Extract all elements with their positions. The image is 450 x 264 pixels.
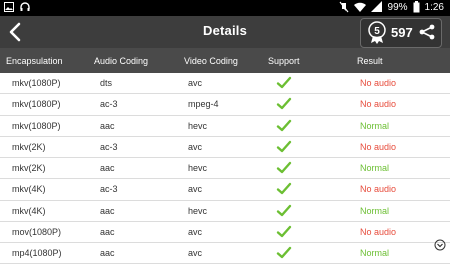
- status-left-icons: [4, 2, 30, 12]
- check-icon: [276, 140, 292, 152]
- header-encapsulation: Encapsulation: [6, 56, 63, 66]
- check-icon: [276, 225, 292, 237]
- mute-icon: [339, 1, 348, 13]
- cell-result: No audio: [360, 78, 397, 88]
- cell-encapsulation: mov(1080P): [12, 226, 62, 237]
- cell-result: No audio: [360, 184, 397, 195]
- share-icon[interactable]: [419, 24, 435, 40]
- cell-video-coding: avc: [188, 226, 203, 237]
- cell-encapsulation: mkv(1080P): [12, 120, 61, 131]
- cell-audio-coding: dts: [100, 78, 113, 88]
- header-video-coding: Video Coding: [184, 56, 238, 66]
- cell-video-coding: hevc: [188, 120, 208, 131]
- cell-video-coding: mpeg-4: [188, 99, 219, 110]
- table-row: mkv(1080P) dts avc No audio: [0, 73, 450, 95]
- score-badge: 5 597: [360, 18, 442, 48]
- signal-icon: [370, 1, 382, 12]
- scroll-down-icon[interactable]: [434, 239, 446, 251]
- check-icon: [276, 204, 292, 216]
- cell-result: No audio: [360, 99, 397, 110]
- table-row: mkv(4K) ac-3 avc No audio: [0, 179, 450, 201]
- cell-encapsulation: mkv(4K): [12, 205, 46, 216]
- headset-icon: [20, 2, 30, 11]
- check-icon: [276, 119, 292, 131]
- check-icon: [276, 161, 292, 174]
- cell-encapsulation: mkv(4K): [12, 184, 46, 195]
- cell-audio-coding: ac-3: [100, 141, 118, 152]
- cell-encapsulation: mkv(1080P): [12, 99, 61, 110]
- cell-result: Normal: [360, 205, 390, 216]
- cell-encapsulation: mkv(2K): [12, 141, 46, 152]
- cell-result: Normal: [360, 163, 390, 173]
- check-icon: [276, 98, 292, 110]
- header-audio-coding: Audio Coding: [94, 56, 149, 66]
- cell-video-coding: hevc: [188, 163, 208, 173]
- medal-icon: 5: [368, 21, 386, 44]
- cell-video-coding: avc: [188, 78, 203, 88]
- cell-encapsulation: mkv(1080P): [12, 78, 61, 88]
- wifi-icon: [353, 2, 366, 12]
- table-body: mkv(1080P) dts avc No audio mkv(1080P) ac-3 mp…: [0, 73, 450, 264]
- header-result: Result: [357, 56, 383, 66]
- table-header: Encapsulation Audio Coding Video Coding …: [0, 48, 450, 73]
- cell-video-coding: avc: [188, 184, 203, 195]
- table-row: mp4(1080P) aac avc Normal: [0, 243, 450, 264]
- status-right: 99% 1:26: [339, 1, 444, 13]
- cell-encapsulation: mp4(1080P): [12, 248, 62, 258]
- battery-percent: 99%: [387, 1, 408, 13]
- check-icon: [276, 183, 292, 195]
- table-row: mov(1080P) aac avc No audio: [0, 222, 450, 243]
- table-row: mkv(1080P) aac hevc Normal: [0, 116, 450, 137]
- cell-audio-coding: aac: [100, 248, 115, 258]
- app-bar: Details 5 597: [0, 16, 450, 48]
- cell-result: Normal: [360, 248, 390, 258]
- check-icon: [276, 246, 292, 259]
- cell-video-coding: avc: [188, 248, 203, 258]
- cell-result: No audio: [360, 141, 397, 152]
- table-row: mkv(2K) ac-3 avc No audio: [0, 137, 450, 158]
- svg-text:5: 5: [374, 26, 380, 37]
- cell-result: Normal: [360, 120, 390, 131]
- cell-audio-coding: ac-3: [100, 184, 118, 195]
- table-row: mkv(1080P) ac-3 mpeg-4 No audio: [0, 94, 450, 116]
- cell-audio-coding: aac: [100, 226, 115, 237]
- battery-icon: [413, 1, 420, 13]
- table-row: mkv(2K) aac hevc Normal: [0, 158, 450, 180]
- cell-video-coding: avc: [188, 141, 203, 152]
- cell-audio-coding: aac: [100, 205, 115, 216]
- cell-video-coding: hevc: [188, 205, 208, 216]
- score-value: 597: [391, 25, 413, 40]
- header-support: Support: [268, 56, 300, 66]
- cell-result: No audio: [360, 226, 397, 237]
- cell-audio-coding: ac-3: [100, 99, 118, 110]
- status-time: 1:26: [424, 1, 444, 13]
- table-row: mkv(4K) aac hevc Normal: [0, 201, 450, 222]
- cell-audio-coding: aac: [100, 163, 115, 173]
- cell-encapsulation: mkv(2K): [12, 163, 46, 173]
- check-icon: [276, 76, 292, 89]
- status-bar: 99% 1:26: [0, 0, 450, 16]
- gallery-icon: [4, 2, 14, 12]
- cell-audio-coding: aac: [100, 120, 115, 131]
